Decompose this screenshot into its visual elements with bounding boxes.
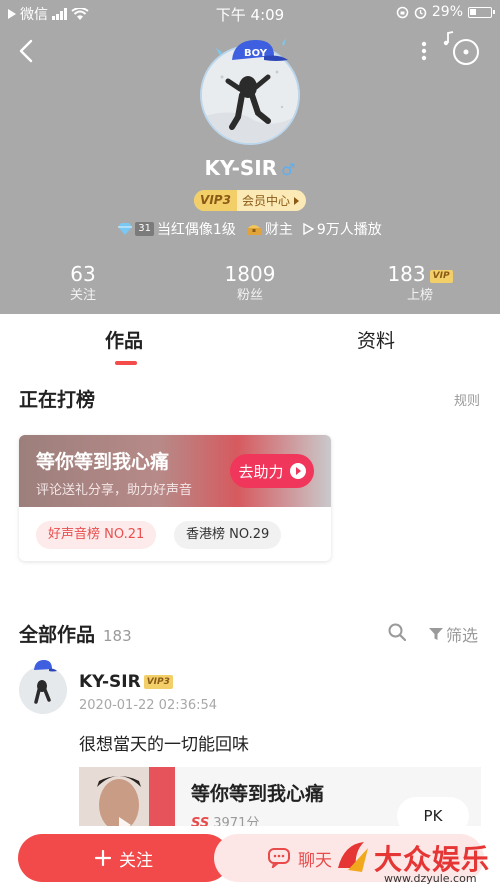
chat-bubble-icon — [268, 848, 290, 868]
svg-text:BOY: BOY — [244, 48, 268, 59]
play-icon — [303, 223, 314, 235]
watermark-url: www.dzyule.com — [384, 872, 477, 885]
profile-username: KY-SIR ♂ — [204, 156, 296, 180]
wealth-badge[interactable]: 财主 — [246, 219, 293, 239]
male-icon: ♂ — [281, 160, 296, 179]
follow-button[interactable]: 关注 — [18, 834, 230, 882]
battery-icon — [468, 6, 495, 18]
more-options-icon[interactable] — [416, 38, 432, 64]
diamond-icon — [118, 223, 133, 235]
charting-banner: 等你等到我心痛 评论送礼分享，助力好声音 去助力 — [19, 435, 331, 507]
rules-link[interactable]: 规则 — [454, 390, 480, 409]
post-avatar[interactable] — [19, 658, 67, 714]
vip-level-badge: VIP3 — [194, 190, 237, 211]
profile-badges: 31 当红偶像1级 财主 9万人播放 — [0, 219, 500, 239]
idol-level-badge[interactable]: 31 当红偶像1级 — [118, 219, 236, 239]
profile-stats: 63 关注 1809 粉丝 183 VIP 上榜 — [0, 262, 500, 308]
search-icon[interactable] — [388, 623, 406, 641]
treasure-icon — [246, 224, 261, 235]
rank-tag-hongkong[interactable]: 香港榜 NO.29 — [174, 521, 282, 549]
music-disc-icon[interactable] — [440, 30, 484, 70]
plays-badge: 9万人播放 — [303, 219, 382, 239]
stat-fans[interactable]: 1809 粉丝 — [180, 262, 320, 306]
post-text: 很想當天的一切能回味 — [79, 735, 249, 755]
post-vip-badge: VIP3 — [143, 675, 173, 689]
profile-header: 微信 下午 4:09 29% BOY KY-SIR ♂ VIP3 会员中心 31… — [0, 0, 500, 314]
charting-card[interactable]: 等你等到我心痛 评论送礼分享，助力好声音 去助力 好声音榜 NO.21 香港榜 … — [19, 435, 331, 561]
stat-charted[interactable]: 183 VIP 上榜 — [350, 262, 490, 306]
watermark-logo-icon — [338, 842, 368, 872]
charting-subtitle: 评论送礼分享，助力好声音 — [36, 483, 193, 498]
stat-following[interactable]: 63 关注 — [13, 262, 153, 306]
tab-profile-info[interactable]: 资料 — [357, 326, 395, 353]
vip-center-label: 会员中心 — [241, 194, 290, 208]
rotation-lock-icon — [396, 6, 409, 18]
post-username[interactable]: KY-SIR VIP3 — [79, 672, 173, 692]
works-section-title: 全部作品 183 — [19, 624, 132, 646]
alarm-icon — [414, 6, 427, 19]
boy-cap-icon — [34, 660, 57, 672]
chevron-right-icon — [293, 196, 299, 205]
filter-icon — [429, 628, 443, 640]
avatar-photo — [19, 666, 67, 714]
help-boost-button[interactable]: 去助力 — [230, 454, 314, 488]
arrow-right-icon — [289, 463, 306, 479]
charting-section-title: 正在打榜 — [19, 389, 96, 411]
plus-icon — [95, 850, 111, 866]
boy-cap-icon: BOY — [216, 38, 288, 61]
charting-song-title: 等你等到我心痛 — [36, 451, 170, 473]
site-watermark: 大众娱乐 www.dzyule.com — [334, 836, 500, 888]
works-count: 183 — [103, 627, 132, 645]
post-timestamp: 2020-01-22 02:36:54 — [79, 698, 218, 713]
back-button[interactable] — [14, 38, 40, 64]
battery-percent: 29% — [431, 4, 463, 20]
profile-avatar[interactable]: BOY — [200, 38, 300, 145]
status-bar: 微信 下午 4:09 29% — [0, 0, 500, 26]
tab-active-indicator — [115, 361, 137, 365]
vip-mini-badge: VIP — [429, 270, 453, 283]
tab-works[interactable]: 作品 — [105, 326, 143, 353]
profile-tabs: 作品 资料 — [0, 314, 500, 372]
post-song-title: 等你等到我心痛 — [191, 783, 325, 805]
vip-center-button[interactable]: VIP3 会员中心 — [194, 190, 306, 211]
filter-button[interactable]: 筛选 — [429, 622, 478, 646]
rank-tag-good-voice[interactable]: 好声音榜 NO.21 — [36, 521, 157, 549]
